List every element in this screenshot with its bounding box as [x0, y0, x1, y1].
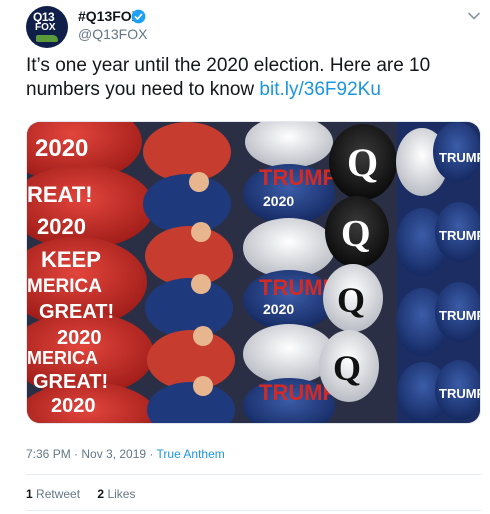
tweet-source-link[interactable]: True Anthem	[157, 447, 225, 461]
svg-text:MERICA: MERICA	[27, 276, 102, 297]
tweet-link[interactable]: bit.ly/36F92Ku	[259, 79, 380, 100]
campaign-buttons-photo: 2020 REAT! 2020 KEEP MERICA GREAT! 2020 …	[27, 122, 481, 423]
tweet-text: It’s one year until the 2020 election. H…	[26, 54, 466, 102]
svg-text:2020: 2020	[35, 135, 88, 162]
svg-text:TRUMP: TRUMP	[439, 228, 481, 243]
svg-text:TRUMP: TRUMP	[439, 308, 481, 323]
tweet-card: Q13 FOX #Q13FOX @Q13FOX It’s one year un…	[0, 0, 490, 514]
avatar[interactable]: Q13 FOX	[26, 6, 68, 48]
portrait-buttons-column	[143, 122, 235, 423]
svg-text:2020: 2020	[57, 327, 102, 349]
svg-text:KEEP: KEEP	[41, 247, 101, 272]
svg-text:TRUMP: TRUMP	[439, 386, 481, 401]
svg-text:Q: Q	[347, 140, 378, 185]
blue-trump-buttons-column: TRUMP TRUMP TRUMP TRUMP	[396, 122, 481, 423]
avatar-logo-text-bottom: FOX	[35, 22, 56, 33]
likes-number: 2	[97, 487, 105, 501]
svg-text:TRUMP: TRUMP	[259, 165, 337, 190]
svg-text:Q: Q	[341, 213, 371, 255]
tweet-image[interactable]: 2020 REAT! 2020 KEEP MERICA GREAT! 2020 …	[26, 121, 481, 424]
svg-text:2020: 2020	[263, 301, 294, 317]
retweets-count[interactable]: 1 Retweet	[26, 487, 80, 501]
svg-text:MERICA: MERICA	[27, 348, 98, 368]
chevron-down-icon[interactable]	[467, 9, 481, 23]
retweets-label: Retweet	[36, 487, 81, 501]
svg-text:GREAT!: GREAT!	[33, 371, 108, 393]
engagement-stats: 1 Retweet 2 Likes	[26, 487, 149, 501]
likes-label: Likes	[107, 487, 136, 501]
svg-text:GREAT!: GREAT!	[39, 301, 114, 323]
svg-text:REAT!: REAT!	[27, 182, 93, 207]
tweet-metadata: 7:36 PM · Nov 3, 2019 · True Anthem	[26, 447, 225, 461]
divider	[26, 474, 481, 475]
user-handle[interactable]: @Q13FOX	[78, 26, 147, 42]
likes-count[interactable]: 2 Likes	[97, 487, 135, 501]
retweets-number: 1	[26, 487, 33, 501]
svg-text:TRUMP: TRUMP	[439, 150, 481, 165]
svg-text:2020: 2020	[37, 214, 86, 239]
svg-text:2020: 2020	[263, 193, 294, 209]
timestamp[interactable]: 7:36 PM · Nov 3, 2019 ·	[26, 447, 157, 461]
svg-text:2020: 2020	[51, 395, 96, 417]
svg-text:Q: Q	[337, 280, 365, 320]
svg-text:Q: Q	[333, 348, 361, 388]
divider-bottom	[26, 510, 481, 511]
avatar-logo-mark	[36, 35, 58, 42]
verified-badge-icon	[131, 9, 146, 24]
